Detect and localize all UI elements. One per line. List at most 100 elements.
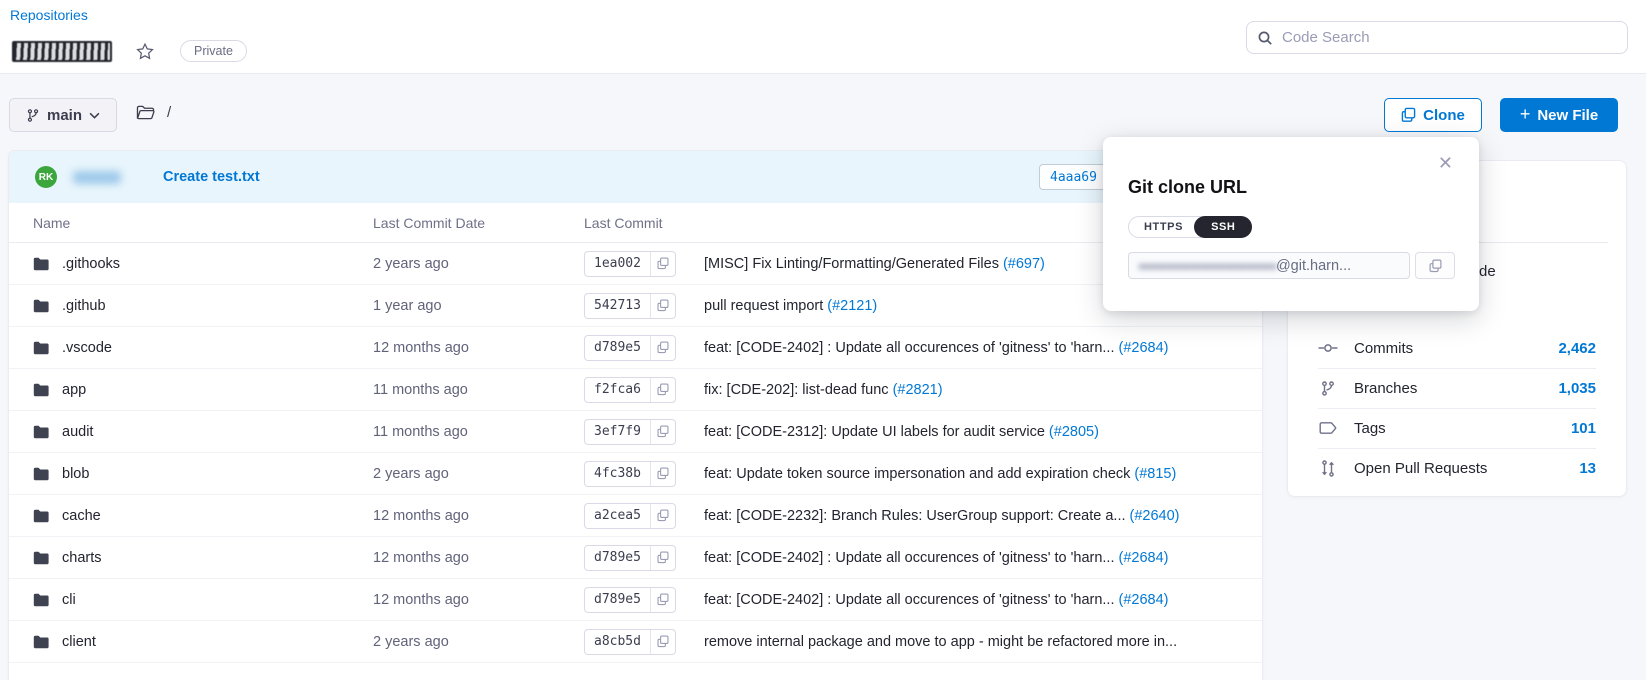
git-clone-url-popover: ✕ Git clone URL HTTPS SSH ●●●●●●●●●●●●●●… — [1103, 137, 1479, 311]
new-file-button[interactable]: + New File — [1500, 98, 1618, 132]
folder-icon — [33, 509, 49, 523]
stat-row-commits[interactable]: Commits 2,462 — [1288, 328, 1626, 368]
commit-sha: f2fca6 — [585, 382, 650, 397]
file-name: client — [62, 634, 96, 650]
clone-url-suffix: @git.harn... — [1276, 258, 1351, 274]
copy-icon[interactable] — [651, 551, 675, 564]
table-row[interactable]: app 11 months ago f2fca6 fix: [CDE-202]:… — [9, 369, 1262, 411]
copy-icon[interactable] — [651, 593, 675, 606]
copy-url-button[interactable] — [1415, 252, 1455, 279]
pr-link[interactable]: (#2805) — [1049, 424, 1099, 440]
table-row[interactable]: client 2 years ago a8cb5d remove interna… — [9, 621, 1262, 663]
branch-icon — [1318, 380, 1338, 397]
file-name: charts — [62, 550, 102, 566]
star-icon[interactable] — [134, 41, 156, 62]
commit-sha-chip[interactable]: f2fca6 — [584, 377, 676, 403]
commit-sha: d789e5 — [585, 592, 650, 607]
folder-icon — [33, 257, 49, 271]
last-commit-date: 12 months ago — [373, 550, 584, 566]
search-input[interactable] — [1282, 29, 1617, 46]
copy-icon[interactable] — [651, 383, 675, 396]
copy-icon[interactable] — [651, 635, 675, 648]
tab-ssh[interactable]: SSH — [1194, 216, 1252, 238]
commit-message: feat: [CODE-2232]: Branch Rules: UserGro… — [704, 508, 1126, 524]
commit-sha: a8cb5d — [585, 634, 650, 649]
stat-row-tags[interactable]: Tags 101 — [1288, 408, 1626, 448]
copy-icon[interactable] — [651, 425, 675, 438]
pr-link[interactable]: (#815) — [1134, 466, 1176, 482]
stat-value: 13 — [1579, 460, 1596, 477]
table-row[interactable]: .githooks 2 years ago 1ea002 [MISC] Fix … — [9, 243, 1262, 285]
file-name: cli — [62, 592, 76, 608]
table-row[interactable]: audit 11 months ago 3ef7f9 feat: [CODE-2… — [9, 411, 1262, 453]
file-table-body: .githooks 2 years ago 1ea002 [MISC] Fix … — [9, 243, 1262, 663]
pr-link[interactable]: (#2684) — [1119, 592, 1169, 608]
stat-row-branches[interactable]: Branches 1,035 — [1288, 368, 1626, 408]
commit-sha-chip[interactable]: a2cea5 — [584, 503, 676, 529]
copy-icon[interactable] — [651, 257, 675, 270]
commit-sha-chip[interactable]: d789e5 — [584, 545, 676, 571]
pr-link[interactable]: (#697) — [1003, 256, 1045, 272]
table-row[interactable]: .github 1 year ago 542713 pull request i… — [9, 285, 1262, 327]
path-separator: / — [167, 104, 171, 121]
pr-link[interactable]: (#2684) — [1119, 340, 1169, 356]
file-name: .githooks — [62, 256, 120, 272]
tag-icon — [1318, 421, 1338, 435]
table-row[interactable]: charts 12 months ago d789e5 feat: [CODE-… — [9, 537, 1262, 579]
commit-message: feat: Update token source impersonation … — [704, 466, 1130, 482]
commit-sha: 4fc38b — [585, 466, 650, 481]
commit-sha-chip[interactable]: 1ea002 — [584, 251, 676, 277]
stat-row-open-pull-requests[interactable]: Open Pull Requests 13 — [1288, 448, 1626, 488]
table-row[interactable]: cache 12 months ago a2cea5 feat: [CODE-2… — [9, 495, 1262, 537]
table-header-row: Name Last Commit Date Last Commit — [9, 203, 1262, 243]
copy-icon[interactable] — [651, 467, 675, 480]
folder-icon — [33, 551, 49, 565]
pr-link[interactable]: (#2821) — [893, 382, 943, 398]
clone-url-redacted: ●●●●●●●●●●●●●●●●●●●●●●●● — [1138, 259, 1276, 273]
search-icon — [1257, 30, 1273, 46]
folder-icon — [33, 299, 49, 313]
table-row[interactable]: .vscode 12 months ago d789e5 feat: [CODE… — [9, 327, 1262, 369]
commit-sha-chip[interactable]: d789e5 — [584, 335, 676, 361]
branch-name: main — [47, 107, 82, 124]
private-badge: Private — [180, 40, 247, 62]
folder-icon — [33, 467, 49, 481]
breadcrumb-repositories[interactable]: Repositories — [10, 7, 88, 23]
clone-url-input[interactable]: ●●●●●●●●●●●●●●●●●●●●●●●● @git.harn... — [1128, 252, 1410, 279]
last-commit-date: 2 years ago — [373, 256, 584, 272]
commit-sha-chip[interactable]: 542713 — [584, 293, 676, 319]
latest-commit-bar: RK Create test.txt 4aaa69 — [9, 151, 1262, 203]
last-commit-date: 12 months ago — [373, 592, 584, 608]
latest-commit-link[interactable]: Create test.txt — [163, 169, 260, 185]
branch-selector[interactable]: main — [9, 98, 117, 132]
commit-sha: 542713 — [585, 298, 650, 313]
repo-stats: Commits 2,462 Branches 1,035 Tags 101 Op… — [1288, 328, 1626, 488]
clone-button[interactable]: Clone — [1384, 98, 1482, 132]
commit-sha-chip[interactable]: 3ef7f9 — [584, 419, 676, 445]
pr-link[interactable]: (#2640) — [1130, 508, 1180, 524]
latest-commit-sha-chip[interactable]: 4aaa69 — [1039, 164, 1108, 190]
commit-sha-chip[interactable]: 4fc38b — [584, 461, 676, 487]
copy-icon[interactable] — [651, 341, 675, 354]
copy-icon[interactable] — [651, 509, 675, 522]
copy-icon[interactable] — [651, 299, 675, 312]
pull-request-icon — [1318, 460, 1338, 477]
tab-https[interactable]: HTTPS — [1129, 217, 1198, 237]
commit-sha-chip[interactable]: d789e5 — [584, 587, 676, 613]
last-commit-date: 11 months ago — [373, 424, 584, 440]
table-row[interactable]: blob 2 years ago 4fc38b feat: Update tok… — [9, 453, 1262, 495]
commit-icon — [1318, 342, 1338, 354]
pr-link[interactable]: (#2684) — [1119, 550, 1169, 566]
clone-icon — [1401, 107, 1416, 123]
stat-value: 2,462 — [1558, 340, 1596, 357]
protocol-toggle: HTTPS SSH — [1128, 216, 1252, 238]
column-header-last-commit: Last Commit — [584, 215, 914, 231]
file-name: .github — [62, 298, 106, 314]
close-icon[interactable]: ✕ — [1438, 155, 1453, 173]
last-commit-date: 2 years ago — [373, 466, 584, 482]
pr-link[interactable]: (#2121) — [827, 298, 877, 314]
table-row[interactable]: cli 12 months ago d789e5 feat: [CODE-240… — [9, 579, 1262, 621]
commit-sha: 3ef7f9 — [585, 424, 650, 439]
stat-value: 1,035 — [1558, 380, 1596, 397]
commit-sha-chip[interactable]: a8cb5d — [584, 629, 676, 655]
